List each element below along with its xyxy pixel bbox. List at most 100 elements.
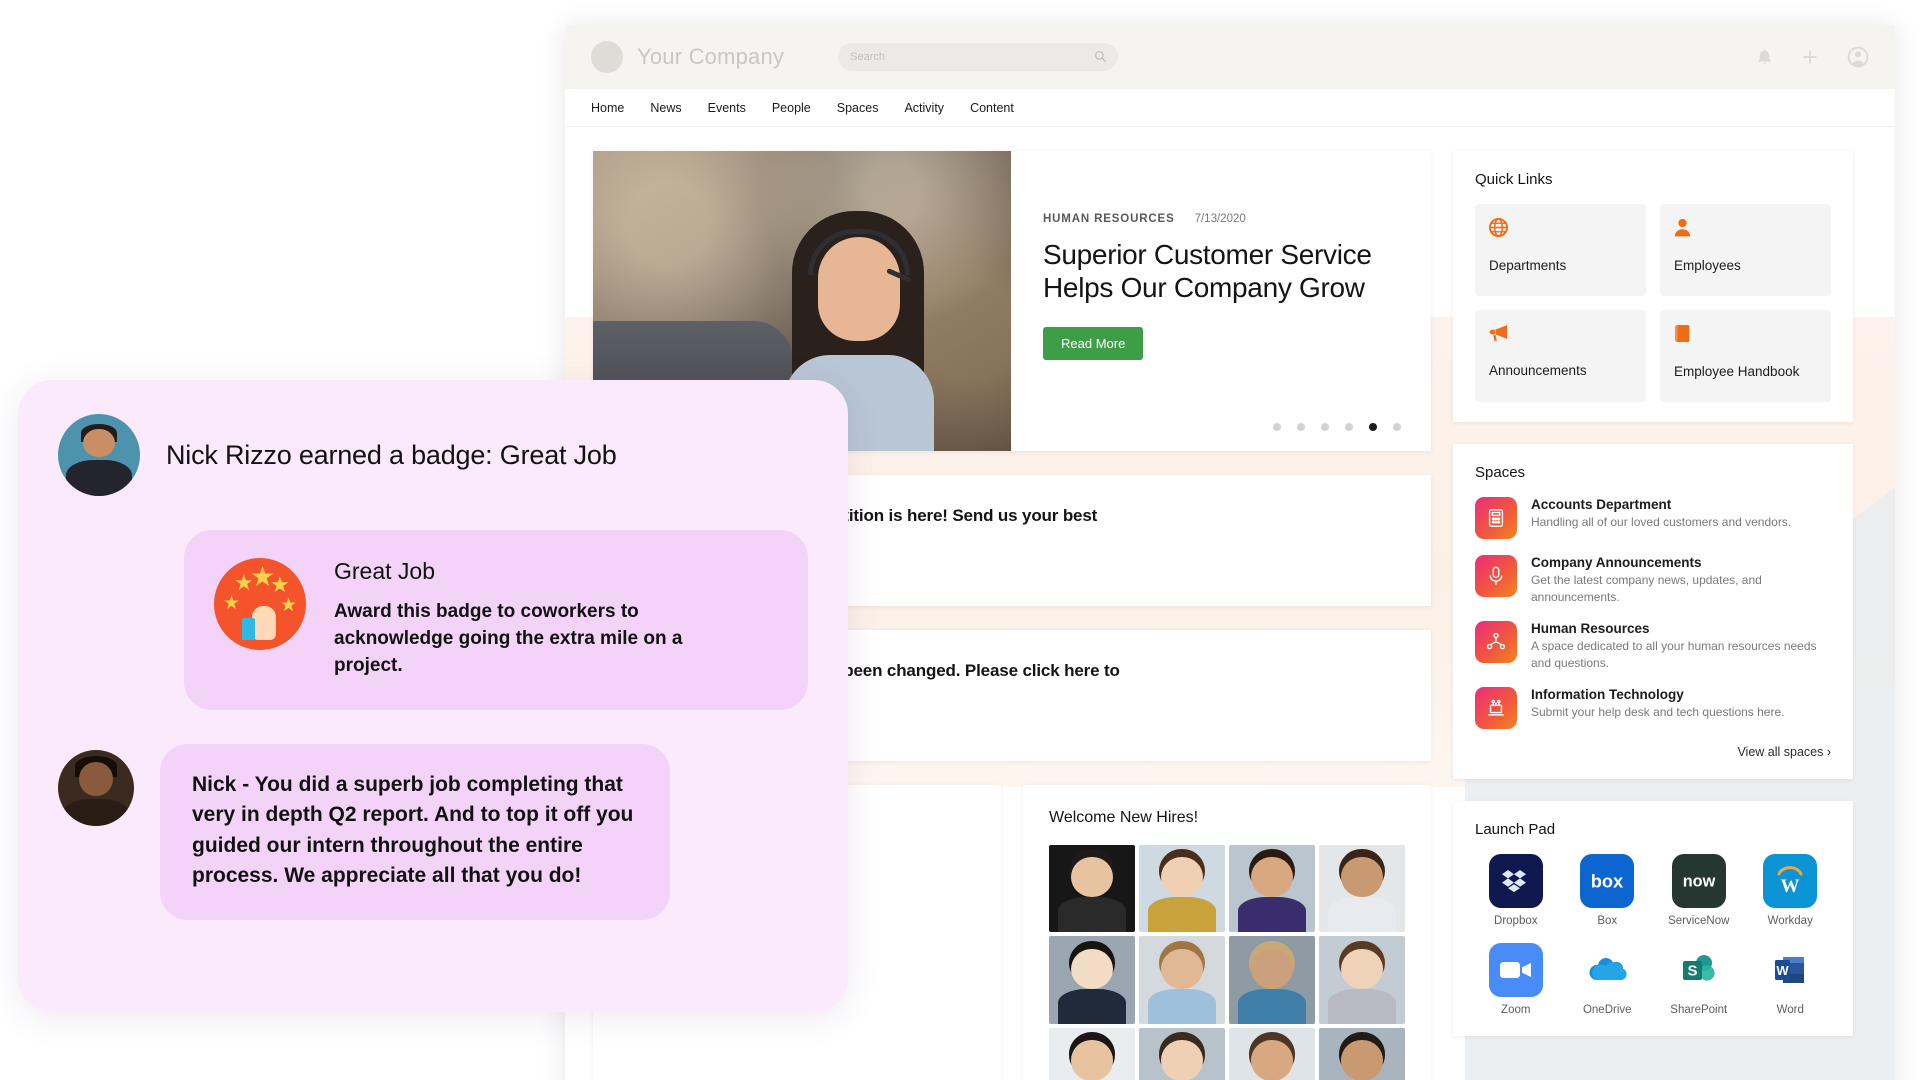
launch-pad-app-onedrive[interactable]: OneDrive (1567, 943, 1649, 1016)
new-hire-photo[interactable] (1229, 844, 1315, 933)
screenshot-root: Your Company Search Home News Events Peo… (0, 0, 1920, 1080)
svg-text:S: S (1687, 963, 1697, 980)
launch-pad-heading: Launch Pad (1475, 821, 1556, 839)
nav-item-content[interactable]: Content (970, 101, 1014, 115)
new-hires-card: Welcome New Hires! (1023, 784, 1431, 1080)
carousel-dot-active[interactable] (1369, 423, 1377, 431)
badge-message-bubble: Nick - You did a superb job completing t… (160, 743, 670, 920)
header-actions (1756, 46, 1869, 68)
badge-message-row: Nick - You did a superb job completing t… (58, 743, 808, 920)
new-hire-photo[interactable] (1139, 936, 1225, 1025)
quick-link-announcements[interactable]: Announcements (1475, 310, 1646, 402)
account-icon[interactable] (1847, 46, 1869, 68)
avatar (58, 749, 134, 826)
hero-title: Superior Customer Service Helps Our Comp… (1043, 239, 1372, 303)
quick-link-label: Departments (1489, 258, 1567, 273)
read-more-button[interactable]: Read More (1043, 326, 1144, 360)
carousel-dots (1273, 423, 1401, 431)
quick-link-employee-handbook[interactable]: Employee Handbook (1660, 310, 1831, 402)
quick-link-label: Employee Handbook (1674, 364, 1800, 379)
carousel-dot[interactable] (1345, 423, 1353, 431)
new-hire-photo[interactable] (1229, 1028, 1315, 1080)
launch-pad-panel: Launch Pad Dropbox box Box now ServiceNow W Wo… (1453, 801, 1853, 1037)
new-hire-photo[interactable] (1139, 844, 1225, 933)
launch-pad-app-workday[interactable]: W Workday (1750, 854, 1832, 927)
search-placeholder: Search (850, 51, 885, 63)
space-description: Get the latest company news, updates, an… (1531, 573, 1762, 604)
globe-icon (1489, 218, 1632, 241)
badge-name: Great Job (334, 558, 435, 584)
new-hire-photo[interactable] (1049, 936, 1135, 1025)
space-title: Company Announcements (1531, 555, 1702, 570)
new-hire-photo[interactable] (1319, 844, 1405, 933)
nav-item-news[interactable]: News (650, 101, 681, 115)
quick-link-employees[interactable]: Employees (1660, 204, 1831, 296)
quick-links-heading: Quick Links (1475, 171, 1553, 188)
carousel-dot[interactable] (1297, 423, 1305, 431)
launch-pad-app-zoom[interactable]: Zoom (1475, 943, 1557, 1016)
launch-pad-app-dropbox[interactable]: Dropbox (1475, 854, 1557, 927)
microphone-icon (1475, 555, 1517, 597)
search-icon (1095, 50, 1107, 63)
hero-date: 7/13/2020 (1194, 213, 1246, 225)
launch-pad-app-sharepoint[interactable]: S SharePoint (1658, 943, 1740, 1016)
book-icon (1674, 324, 1817, 347)
launch-pad-app-box[interactable]: box Box (1567, 854, 1649, 927)
space-title: Information Technology (1531, 687, 1684, 703)
people-network-icon (1475, 621, 1517, 664)
carousel-dot[interactable] (1393, 423, 1401, 431)
spaces-heading: Spaces (1475, 464, 1526, 481)
svg-text:now: now (1682, 873, 1715, 891)
badge-card: ★ ★ ★ ★ ★ Great Job Award this badge to cow… (184, 530, 808, 710)
nav-item-people[interactable]: People (772, 101, 811, 115)
launch-pad-app-servicenow[interactable]: now ServiceNow (1658, 854, 1740, 927)
servicenow-icon: now (1671, 854, 1726, 909)
badge-notification-overlay: Nick Rizzo earned a badge: Great Job ★ ★ ★… (18, 380, 848, 1012)
new-hire-photo[interactable] (1139, 1028, 1225, 1080)
new-hire-photo[interactable] (1319, 936, 1405, 1025)
nav-item-events[interactable]: Events (708, 101, 746, 115)
calculator-icon (1475, 497, 1517, 539)
app-header: Your Company Search (565, 25, 1895, 89)
view-all-spaces-link[interactable]: View all spaces › (1475, 745, 1831, 759)
quick-link-label: Announcements (1489, 363, 1587, 378)
carousel-dot[interactable] (1321, 423, 1329, 431)
workday-icon: W (1763, 854, 1818, 909)
person-icon (1674, 218, 1817, 241)
space-item-human-resources[interactable]: Human Resources A space dedicated to all… (1475, 621, 1831, 671)
nav-item-home[interactable]: Home (591, 101, 624, 115)
nav-item-spaces[interactable]: Spaces (837, 101, 879, 115)
new-hire-photo[interactable] (1319, 1028, 1405, 1080)
quick-link-departments[interactable]: Departments (1475, 204, 1646, 296)
badge-message-text: Nick - You did a superb job completing t… (192, 772, 634, 888)
launch-pad-app-label: Workday (1767, 915, 1813, 928)
space-item-company-announcements[interactable]: Company Announcements Get the latest com… (1475, 555, 1831, 605)
spaces-panel: Spaces Accounts Department Handling all … (1453, 444, 1853, 780)
avatar (58, 414, 140, 496)
launch-pad-app-word[interactable]: W Word (1750, 943, 1832, 1016)
new-hire-photo[interactable] (1049, 844, 1135, 933)
svg-text:W: W (1781, 876, 1800, 896)
dropbox-icon (1488, 854, 1543, 909)
word-icon: W (1763, 943, 1818, 998)
plus-icon[interactable] (1801, 48, 1819, 66)
space-description: A space dedicated to all your human reso… (1531, 639, 1817, 670)
new-hires-grid (1049, 844, 1405, 1080)
new-hire-photo[interactable] (1049, 1028, 1135, 1080)
badge-description: Award this badge to coworkers to acknowl… (334, 601, 683, 676)
space-item-information-technology[interactable]: Information Technology Submit your help … (1475, 687, 1831, 730)
hero-category: HUMAN RESOURCES (1043, 213, 1175, 225)
svg-text:W: W (1777, 963, 1790, 978)
main-navigation: Home News Events People Spaces Activity … (565, 89, 1895, 127)
company-logo (591, 41, 623, 73)
notification-title: Nick Rizzo earned a badge: Great Job (166, 439, 617, 470)
search-input[interactable]: Search (838, 43, 1119, 71)
company-name: Your Company (637, 44, 785, 69)
space-item-accounts-department[interactable]: Accounts Department Handling all of our … (1475, 497, 1831, 539)
bell-icon[interactable] (1756, 48, 1773, 66)
nav-item-activity[interactable]: Activity (904, 101, 944, 115)
launch-pad-grid: Dropbox box Box now ServiceNow W Workday Zoom On… (1475, 854, 1831, 1016)
carousel-dot[interactable] (1273, 423, 1281, 431)
new-hire-photo[interactable] (1229, 936, 1315, 1025)
quick-link-label: Employees (1674, 258, 1741, 273)
